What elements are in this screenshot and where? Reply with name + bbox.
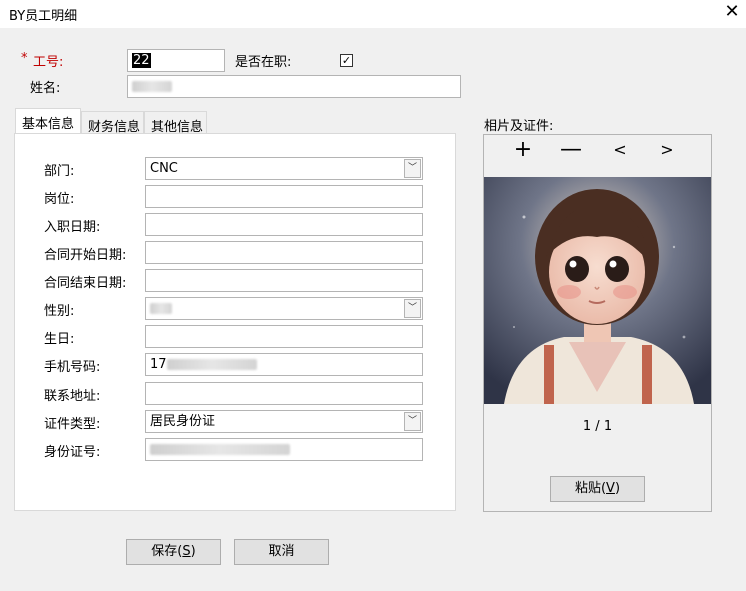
id-type-value: 居民身份证 [150, 414, 216, 429]
phone-input[interactable]: 17 [145, 353, 423, 376]
tab-other-info[interactable]: 其他信息 [144, 111, 207, 135]
chevron-down-icon[interactable]: ﹀ [404, 299, 421, 318]
id-number-input[interactable] [145, 438, 423, 461]
paste-hotkey: V [606, 481, 615, 496]
close-icon[interactable]: ✕ [721, 2, 743, 24]
position-label: 岗位: [44, 192, 75, 207]
birthday-label: 生日: [44, 332, 75, 347]
paste-suffix: ) [614, 481, 621, 496]
name-input[interactable] [127, 75, 461, 98]
phone-value: 17 [150, 357, 167, 372]
redacted-phone [166, 359, 257, 370]
emp-no-value: 22 [132, 53, 151, 68]
next-photo-icon[interactable]: > [652, 139, 682, 161]
id-type-label: 证件类型: [44, 417, 101, 432]
prev-photo-icon[interactable]: < [605, 139, 635, 161]
employee-photo [484, 177, 711, 404]
cancel-button[interactable]: 取消 [234, 539, 329, 565]
save-button[interactable]: 保存(S) [126, 539, 221, 565]
phone-label: 手机号码: [44, 360, 101, 375]
address-input[interactable] [145, 382, 423, 405]
hire-date-input[interactable] [145, 213, 423, 236]
department-value: CNC [150, 161, 178, 176]
chevron-down-icon[interactable]: ﹀ [404, 412, 421, 431]
contract-end-input[interactable] [145, 269, 423, 292]
active-checkbox[interactable]: ✓ [340, 54, 353, 67]
save-hotkey: S [182, 544, 191, 559]
gender-label: 性别: [44, 304, 75, 319]
gender-select[interactable]: ﹀ [145, 297, 423, 320]
contract-start-label: 合同开始日期: [44, 248, 127, 263]
birthday-input[interactable] [145, 325, 423, 348]
emp-no-input[interactable]: 22 [127, 49, 225, 72]
paste-button[interactable]: 粘贴(V) [550, 476, 645, 502]
check-icon: ✓ [341, 54, 352, 67]
address-label: 联系地址: [44, 389, 101, 404]
redacted-id-number [150, 444, 290, 455]
chevron-down-icon[interactable]: ﹀ [404, 159, 421, 178]
position-input[interactable] [145, 185, 423, 208]
contract-end-label: 合同结束日期: [44, 276, 127, 291]
save-label: 保存( [151, 544, 183, 559]
title-bar [0, 0, 746, 28]
name-label: 姓名: [30, 81, 61, 96]
emp-no-label: 工号: [33, 55, 64, 70]
department-label: 部门: [44, 164, 75, 179]
tab-finance-info[interactable]: 财务信息 [81, 111, 144, 135]
required-mark: * [21, 51, 28, 66]
remove-photo-icon[interactable]: — [556, 139, 586, 161]
id-type-select[interactable]: 居民身份证 ﹀ [145, 410, 423, 433]
active-label: 是否在职: [235, 55, 292, 70]
window-title: BY员工明细 [9, 9, 78, 24]
hire-date-label: 入职日期: [44, 220, 101, 235]
contract-start-input[interactable] [145, 241, 423, 264]
department-select[interactable]: CNC ﹀ [145, 157, 423, 180]
redacted-name [132, 81, 172, 92]
paste-label: 粘贴( [574, 481, 607, 496]
tab-basic-info[interactable]: 基本信息 [15, 108, 81, 134]
redacted-gender [150, 303, 172, 314]
photo-page-indicator: 1 / 1 [582, 419, 613, 434]
photo-section-label: 相片及证件: [484, 119, 554, 134]
save-suffix: ) [190, 544, 196, 559]
id-number-label: 身份证号: [44, 445, 101, 460]
add-photo-icon[interactable]: + [508, 139, 538, 161]
